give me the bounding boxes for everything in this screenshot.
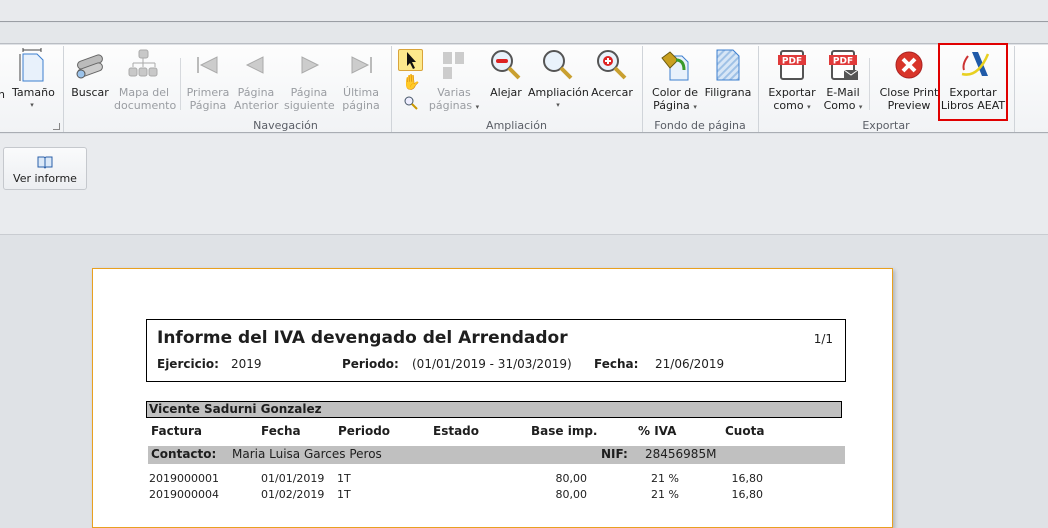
contact-row: Contacto: Maria Luisa Garces Peros NIF: … [148, 446, 845, 464]
previous-page-icon [245, 56, 264, 74]
first-page-icon [197, 56, 218, 74]
filigrana-button[interactable]: Filigrana [704, 48, 752, 99]
fecha-value: 21/06/2019 [655, 357, 725, 371]
periodo-value: (01/01/2019 - 31/03/2019) [412, 357, 572, 371]
ribbon-tab-strip [0, 23, 1048, 44]
next-page-icon [301, 56, 320, 74]
page-number: 1/1 [813, 332, 833, 346]
table-cell: 01/02/2019 [261, 488, 325, 501]
pagina-anterior-button[interactable]: Página Anterior [234, 48, 278, 112]
group-divider [63, 46, 64, 132]
group-label-ampliacion: Ampliación [486, 119, 547, 132]
book-icon [37, 156, 53, 169]
group-label-navegacion: Navegación [253, 119, 318, 132]
color-pagina-button[interactable]: Color de Página ▾ [648, 48, 702, 114]
multiple-pages-icon [443, 52, 464, 79]
column-header: Factura [151, 424, 202, 438]
table-cell: 16,80 [731, 488, 764, 501]
column-header: Base imp. [531, 424, 598, 438]
column-header: % IVA [638, 424, 677, 438]
contacto-value: Maria Luisa Garces Peros [232, 447, 382, 461]
exportar-como-button[interactable]: PDF Exportar como ▾ [766, 48, 818, 114]
zoom-in-icon [597, 50, 627, 80]
close-icon [895, 51, 923, 79]
report-title: Informe del IVA devengado del Arrendador [157, 328, 568, 348]
table-cell: 01/01/2019 [261, 472, 325, 485]
varias-paginas-button[interactable]: Varias páginas ▾ [428, 48, 480, 114]
title-bar [0, 0, 1048, 22]
table-cell: 80,00 [555, 488, 588, 501]
nif-value: 28456985M [645, 447, 717, 461]
divider [869, 58, 870, 110]
table-cell: 21 % [651, 488, 679, 501]
pdf-icon: PDF [778, 50, 806, 80]
primera-pagina-button[interactable]: Primera Página [186, 48, 230, 112]
table-cell: 2019000004 [149, 488, 219, 501]
column-header: Periodo [338, 424, 391, 438]
ultima-pagina-button[interactable]: Última página [339, 48, 383, 112]
watermark-icon [716, 49, 740, 81]
periodo-label: Periodo: [342, 357, 399, 371]
zoom-icon [543, 50, 573, 80]
partial-button-label[interactable]: n [0, 88, 5, 101]
acercar-button[interactable]: Acercar [590, 48, 634, 99]
buscar-button[interactable]: Buscar [70, 48, 110, 99]
last-page-icon [351, 56, 372, 74]
table-cell: 21 % [651, 472, 679, 485]
zoom-tool-button[interactable] [403, 95, 419, 114]
highlight-box [938, 43, 1008, 121]
contacto-label: Contacto: [151, 447, 217, 461]
page-size-icon [19, 48, 44, 82]
report-header: Informe del IVA devengado del Arrendador… [146, 319, 846, 382]
table-cell: 1T [337, 472, 351, 485]
alejar-button[interactable]: Alejar [486, 48, 526, 99]
ampliacion-button[interactable]: Ampliación ▾ [528, 48, 589, 112]
tamano-button[interactable]: Tamaño ▾ [12, 48, 55, 112]
table-cell: 16,80 [731, 472, 764, 485]
ejercicio-value: 2019 [231, 357, 262, 371]
fecha-label: Fecha: [594, 357, 639, 371]
dialog-launcher-icon[interactable] [53, 123, 60, 130]
group-label-fondo: Fondo de página [654, 119, 746, 132]
group-divider [1014, 46, 1015, 132]
binoculars-icon [76, 54, 103, 79]
column-header: Cuota [725, 424, 765, 438]
table-cell: 80,00 [555, 472, 588, 485]
hand-tool-button[interactable]: ✋ [402, 73, 421, 91]
table-cell: 1T [337, 488, 351, 501]
owner-name: Vicente Sadurni Gonzalez [146, 401, 842, 418]
magnifier-icon [404, 96, 418, 110]
group-label-exportar: Exportar [862, 119, 910, 132]
zoom-out-icon [491, 50, 521, 80]
paint-bucket-icon [661, 51, 689, 81]
arrow-cursor-icon [407, 52, 416, 69]
pointer-tool-button[interactable] [398, 49, 423, 71]
table-cell: 2019000001 [149, 472, 219, 485]
hand-icon: ✋ [402, 73, 421, 91]
svg-text:PDF: PDF [833, 57, 853, 67]
parameters-panel [0, 134, 1048, 235]
email-como-button[interactable]: PDF E-Mail Como ▾ [820, 48, 866, 114]
ejercicio-label: Ejercicio: [157, 357, 219, 371]
pagina-siguiente-button[interactable]: Página siguiente [284, 48, 335, 112]
column-header: Estado [433, 424, 480, 438]
nif-label: NIF: [601, 447, 628, 461]
divider [180, 58, 181, 110]
column-header: Fecha [261, 424, 301, 438]
pdf-email-icon: PDF [829, 50, 859, 80]
close-print-preview-button[interactable]: Close Print Preview [878, 48, 940, 112]
document-map-icon [128, 49, 158, 77]
ver-informe-button[interactable]: Ver informe [3, 147, 87, 190]
mapa-documento-button[interactable]: Mapa del documento [114, 48, 176, 112]
report-page: Informe del IVA devengado del Arrendador… [92, 268, 893, 528]
svg-text:PDF: PDF [782, 57, 802, 67]
